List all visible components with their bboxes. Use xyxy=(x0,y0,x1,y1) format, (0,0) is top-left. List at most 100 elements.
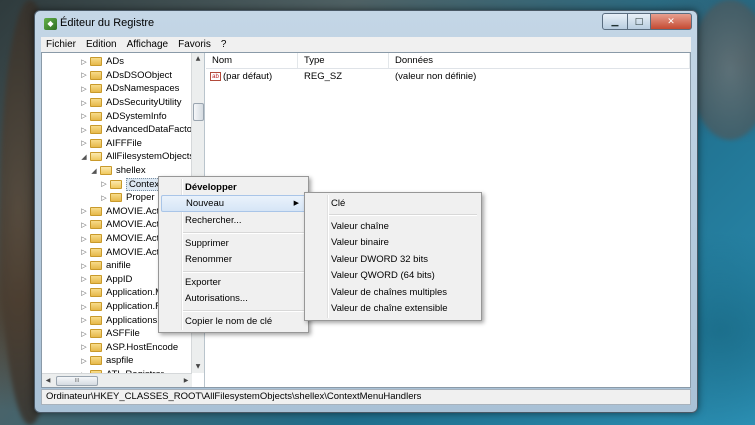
tree-expander-icon[interactable]: ▷ xyxy=(80,99,88,107)
tree-item[interactable]: ▷ AMOVIE.Activ xyxy=(80,205,166,219)
tree-item[interactable]: ▷ ADs xyxy=(80,55,124,69)
tree-expander-icon[interactable]: ▷ xyxy=(80,207,88,215)
minimize-button[interactable]: ▁ xyxy=(602,13,628,30)
scroll-right-icon[interactable]: ▶ xyxy=(180,374,192,387)
tree-item-label: ADsSecurityUtility xyxy=(106,97,182,109)
tree-expander-icon[interactable]: ▷ xyxy=(80,262,88,270)
tree-expander-icon[interactable]: ▷ xyxy=(100,180,108,188)
menu-favoris[interactable]: Favoris xyxy=(173,37,216,52)
tree-item[interactable]: ◢ shellex xyxy=(90,164,145,178)
tree-item[interactable]: ▷ ASP.HostEncode xyxy=(80,341,178,355)
tree-item[interactable]: ▷ Proper xyxy=(100,191,154,205)
folder-icon xyxy=(90,342,102,352)
folder-icon xyxy=(90,302,102,312)
tree-hscroll-thumb[interactable]: III xyxy=(56,376,98,386)
tree-item[interactable]: ▷ ADsNamespaces xyxy=(80,82,179,96)
tree-item[interactable]: ▷ Application.R xyxy=(80,300,162,314)
folder-icon xyxy=(90,274,102,284)
tree-expander-icon[interactable]: ▷ xyxy=(80,289,88,297)
tree-item[interactable]: ▷ AMOVIE.Activ xyxy=(80,232,166,246)
menu-edition[interactable]: Edition xyxy=(81,37,122,52)
tree-expander-icon[interactable]: ▷ xyxy=(80,303,88,311)
tree-item-label: Application.M xyxy=(106,287,164,299)
column-header-donnees[interactable]: Données xyxy=(389,53,690,68)
tree-item[interactable]: ▷ ASFFile xyxy=(80,327,140,341)
tree-item-label: ASP.HostEncode xyxy=(106,341,179,353)
tree-item[interactable]: ▷ ADsDSOObject xyxy=(80,69,172,83)
column-header-nom[interactable]: Nom xyxy=(206,53,298,68)
value-row[interactable]: ab (par défaut) REG_SZ (valeur non défin… xyxy=(206,69,690,83)
menu-fichier[interactable]: Fichier xyxy=(41,37,81,52)
tree-item[interactable]: ▷ AdvancedDataFactory xyxy=(80,123,192,137)
tree-item[interactable]: ▷ Applications xyxy=(80,313,157,327)
tree-expander-icon[interactable]: ▷ xyxy=(80,248,88,256)
scroll-down-icon[interactable]: ▼ xyxy=(192,361,204,373)
tree-expander-icon[interactable]: ▷ xyxy=(80,126,88,134)
submenu-item-valeur-binaire[interactable]: Valeur binaire xyxy=(307,234,479,251)
submenu-item-valeur-chaine[interactable]: Valeur chaîne xyxy=(307,218,479,235)
tree-item-label: AllFilesystemObjects xyxy=(106,151,192,163)
column-header-type[interactable]: Type xyxy=(298,53,389,68)
tree-item[interactable]: ▷ aspfile xyxy=(80,354,133,368)
title-bar[interactable]: ◆ Éditeur du Registre ▁ □ ✕ xyxy=(35,11,697,37)
menu-item-exporter[interactable]: Exporter xyxy=(161,274,306,291)
menu-item-supprimer[interactable]: Supprimer xyxy=(161,235,306,252)
tree-item[interactable]: ◢ AllFilesystemObjects xyxy=(80,150,192,164)
minimize-icon: ▁ xyxy=(611,16,619,27)
tree-expander-icon[interactable]: ▷ xyxy=(80,235,88,243)
menu-item-developper[interactable]: Développer xyxy=(161,179,306,196)
tree-expander-icon[interactable]: ▷ xyxy=(80,343,88,351)
close-button[interactable]: ✕ xyxy=(650,13,692,30)
menu-item-autorisations[interactable]: Autorisations... xyxy=(161,290,306,307)
tree-expander-icon[interactable]: ▷ xyxy=(80,357,88,365)
folder-icon xyxy=(90,152,102,162)
submenu-item-chaines-multiples[interactable]: Valeur de chaînes multiples xyxy=(307,284,479,301)
tree-expander-icon[interactable]: ▷ xyxy=(80,85,88,93)
tree-expander-icon[interactable]: ▷ xyxy=(80,71,88,79)
tree-scroll-thumb[interactable] xyxy=(193,103,204,121)
tree-item[interactable]: ▷ Application.M xyxy=(80,286,163,300)
tree-expander-icon[interactable]: ▷ xyxy=(80,275,88,283)
tree-item[interactable]: ▷ AppID xyxy=(80,273,132,287)
submenu-item-qword[interactable]: Valeur QWORD (64 bits) xyxy=(307,267,479,284)
menu-affichage[interactable]: Affichage xyxy=(122,37,174,52)
tree-item-label: AppID xyxy=(106,273,133,285)
scroll-up-icon[interactable]: ▲ xyxy=(192,53,204,65)
submenu-item-dword[interactable]: Valeur DWORD 32 bits xyxy=(307,251,479,268)
submenu-item-chaine-extensible[interactable]: Valeur de chaîne extensible xyxy=(307,300,479,317)
maximize-button[interactable]: □ xyxy=(627,13,651,30)
tree-item[interactable]: ▷ AIFFFile xyxy=(80,137,142,151)
menu-item-nouveau[interactable]: Nouveau ▶ xyxy=(161,195,306,212)
tree-expander-icon[interactable]: ◢ xyxy=(90,167,98,175)
tree-horizontal-scrollbar[interactable]: ◀ III ▶ xyxy=(42,373,192,387)
tree-expander-icon[interactable]: ▷ xyxy=(80,221,88,229)
tree-item-label: ADs xyxy=(106,56,124,68)
tree-expander-icon[interactable]: ▷ xyxy=(80,112,88,120)
menu-item-rechercher[interactable]: Rechercher... xyxy=(161,212,306,229)
tree-item[interactable]: ▷ AMOVIE.Activ xyxy=(80,245,166,259)
menu-help[interactable]: ? xyxy=(216,37,232,52)
value-name-cell: ab (par défaut) xyxy=(206,71,298,82)
tree-expander-icon[interactable]: ▷ xyxy=(80,330,88,338)
menu-separator xyxy=(183,232,304,234)
submenu-item-cle[interactable]: Clé xyxy=(307,195,479,212)
tree-expander-icon[interactable]: ▷ xyxy=(80,316,88,324)
nouveau-submenu: Clé Valeur chaîne Valeur binaire Valeur … xyxy=(304,192,482,321)
menu-separator xyxy=(329,214,477,216)
menu-item-renommer[interactable]: Renommer xyxy=(161,251,306,268)
folder-icon xyxy=(90,98,102,108)
tree-expander-icon[interactable]: ▷ xyxy=(80,58,88,66)
menu-separator xyxy=(183,271,304,273)
tree-expander-icon[interactable]: ▷ xyxy=(80,139,88,147)
tree-item[interactable]: ▷ AMOVIE.Activ xyxy=(80,218,166,232)
tree-item[interactable]: ▷ ADSystemInfo xyxy=(80,109,166,123)
tree-item[interactable]: ▷ ADsSecurityUtility xyxy=(80,96,182,110)
menu-item-copier-nom[interactable]: Copier le nom de clé xyxy=(161,313,306,330)
folder-icon xyxy=(90,220,102,230)
tree-item[interactable]: ▷ Contex xyxy=(100,177,163,191)
scroll-left-icon[interactable]: ◀ xyxy=(42,374,54,387)
tree-item[interactable]: ▷ anifile xyxy=(80,259,131,273)
tree-expander-icon[interactable]: ◢ xyxy=(80,153,88,161)
tree-expander-icon[interactable]: ▷ xyxy=(100,194,108,202)
folder-icon xyxy=(90,111,102,121)
